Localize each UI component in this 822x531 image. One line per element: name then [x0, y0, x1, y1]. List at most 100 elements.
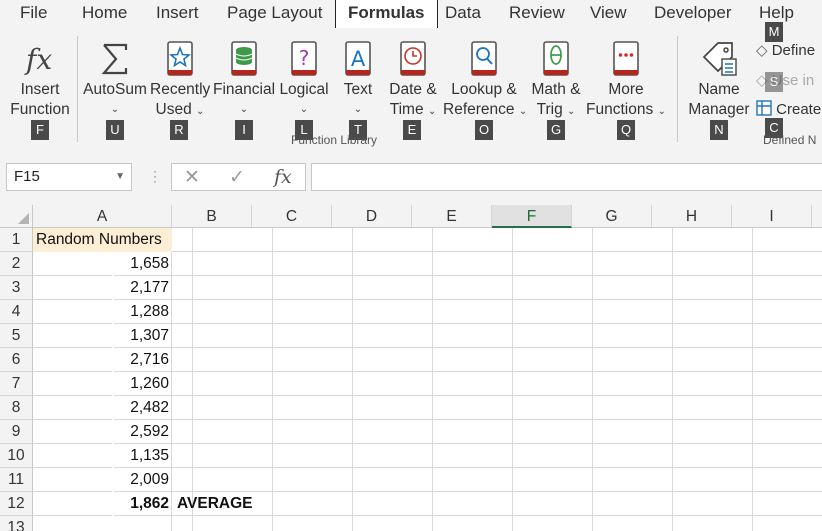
keytip-n: N [710, 120, 728, 140]
chevron-down-icon[interactable]: ▼ [115, 164, 125, 190]
cell-a7[interactable]: 1,260 [33, 372, 172, 396]
tab-file[interactable]: File [20, 0, 47, 28]
chevron-down-icon: ⌄ [196, 106, 205, 117]
row-header-11[interactable]: 11 [0, 468, 33, 492]
resize-grip-icon[interactable]: ⋮ [148, 168, 162, 185]
enter-icon[interactable]: ✓ [229, 166, 245, 189]
insert-function-button[interactable]: fx Insert Function [8, 38, 72, 120]
row-header-5[interactable]: 5 [0, 324, 33, 348]
keytip-g: G [547, 120, 565, 140]
formula-bar: F15 ▼ ⋮ ✕ ✓ fx [0, 150, 822, 205]
row-header-10[interactable]: 10 [0, 444, 33, 468]
theta-book-icon [527, 38, 585, 80]
logical-button[interactable]: ? Logical ⌄ [277, 38, 331, 120]
column-header-a[interactable]: A [33, 205, 172, 228]
keytip-m: M [765, 22, 783, 42]
text-button[interactable]: A Text ⌄ [335, 38, 381, 120]
name-manager-button[interactable]: Name Manager [686, 38, 752, 120]
column-header-e[interactable]: E [412, 205, 492, 228]
formula-buttons: ✕ ✓ fx [171, 163, 306, 191]
keytip-i: I [235, 120, 253, 140]
math-trig-label-2: Trig [536, 101, 563, 118]
column-header-b[interactable]: B [172, 205, 252, 228]
formula-input[interactable] [311, 163, 822, 191]
tab-page-layout[interactable]: Page Layout [227, 0, 322, 28]
cell-a10[interactable]: 1,135 [33, 444, 172, 468]
financial-button[interactable]: Financial ⌄ [212, 38, 276, 120]
cell-a11[interactable]: 2,009 [33, 468, 172, 492]
cell-area[interactable]: Random Numbers 1,658 2,177 1,288 1,307 2… [33, 228, 822, 531]
row-header-13[interactable]: 13 [0, 516, 33, 531]
row-header-4[interactable]: 4 [0, 300, 33, 324]
ribbon-separator [677, 36, 678, 142]
row-header-6[interactable]: 6 [0, 348, 33, 372]
ribbon: fx Insert Function F AutoSum ⌄ U Recentl… [0, 22, 822, 151]
tab-view[interactable]: View [590, 0, 627, 28]
cell-a5[interactable]: 1,307 [33, 324, 172, 348]
tag-small-icon: ◇ [756, 42, 768, 59]
tab-data[interactable]: Data [445, 0, 481, 28]
financial-label: Financial [212, 81, 276, 98]
recently-used-label-2: Used [155, 101, 192, 118]
math-trig-button[interactable]: Math & Trig ⌄ [527, 38, 585, 122]
cell-b12[interactable]: AVERAGE [175, 492, 295, 516]
tag-icon [686, 38, 752, 80]
date-time-button[interactable]: Date & Time ⌄ [385, 38, 441, 122]
chevron-down-icon: ⌄ [239, 104, 249, 115]
recently-used-label-1: Recently [150, 81, 211, 98]
name-box[interactable]: F15 ▼ [6, 163, 132, 191]
tab-insert[interactable]: Insert [156, 0, 199, 28]
column-header-c[interactable]: C [252, 205, 332, 228]
row-header-12[interactable]: 12 [0, 492, 33, 516]
cell-a4[interactable]: 1,288 [33, 300, 172, 324]
row-header-1[interactable]: 1 [0, 228, 33, 252]
tab-home[interactable]: Home [82, 0, 127, 28]
column-header-h[interactable]: H [652, 205, 732, 228]
magnifier-book-icon [443, 38, 525, 80]
column-header-f[interactable]: F [492, 205, 572, 228]
cell-a2[interactable]: 1,658 [33, 252, 172, 276]
name-manager-label-2: Manager [688, 101, 750, 118]
tab-developer[interactable]: Developer [654, 0, 732, 28]
select-all-triangle-icon [18, 213, 29, 224]
row-header-7[interactable]: 7 [0, 372, 33, 396]
row-header-9[interactable]: 9 [0, 420, 33, 444]
column-header-i[interactable]: I [732, 205, 812, 228]
autosum-button[interactable]: AutoSum ⌄ [83, 38, 147, 120]
chevron-down-icon: ⌄ [353, 104, 363, 115]
recently-used-button[interactable]: Recently Used ⌄ [150, 38, 210, 122]
select-all-button[interactable] [0, 205, 33, 228]
keytip-f: F [31, 120, 49, 140]
cell-a8[interactable]: 2,482 [33, 396, 172, 420]
define-name-button[interactable]: ◇ Define [756, 41, 815, 59]
logical-label: Logical [279, 81, 329, 98]
function-library-group-label: Function Library [291, 133, 378, 147]
tab-formulas[interactable]: Formulas [335, 0, 438, 29]
column-header-d[interactable]: D [332, 205, 412, 228]
cancel-icon[interactable]: ✕ [184, 166, 200, 189]
column-header-g[interactable]: G [572, 205, 652, 228]
more-functions-button[interactable]: More Functions ⌄ [586, 38, 666, 122]
cell-a12[interactable]: 1,862 [33, 492, 172, 516]
cell-a9[interactable]: 2,592 [33, 420, 172, 444]
lookup-reference-button[interactable]: Lookup & Reference ⌄ [443, 38, 527, 122]
chevron-down-icon: ⌄ [110, 104, 120, 115]
create-from-selection-button[interactable]: Create [756, 100, 821, 118]
column-header-j[interactable] [812, 205, 822, 228]
row-header-3[interactable]: 3 [0, 276, 33, 300]
row-header-2[interactable]: 2 [0, 252, 33, 276]
insert-function-fx-icon[interactable]: fx [274, 166, 292, 188]
cell-a6[interactable]: 2,716 [33, 348, 172, 372]
lookup-label-1: Lookup & [451, 81, 517, 98]
sigma-icon [83, 38, 147, 80]
chevron-down-icon: ⌄ [567, 106, 576, 117]
dots-book-icon [586, 38, 666, 80]
cell-a1[interactable]: Random Numbers [33, 228, 172, 252]
ribbon-separator [77, 36, 78, 142]
cell-a3[interactable]: 2,177 [33, 276, 172, 300]
chevron-down-icon: ⌄ [657, 106, 666, 117]
tab-review[interactable]: Review [509, 0, 565, 28]
clock-book-icon [385, 38, 441, 80]
keytip-u: U [106, 120, 124, 140]
row-header-8[interactable]: 8 [0, 396, 33, 420]
